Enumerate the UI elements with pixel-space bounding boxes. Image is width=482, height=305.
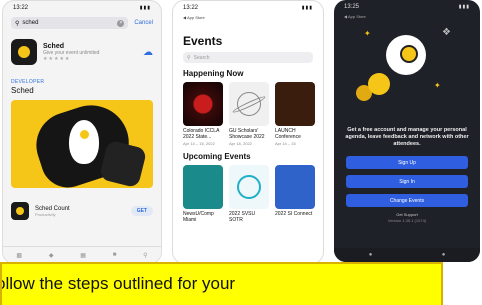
upcoming-cards: NewsU/Comp Miami 2022 SVSU SOTR Conferen… [183,165,315,223]
star-icon: ✦ [434,81,441,90]
event-thumbnail [229,82,269,126]
event-card[interactable]: Colorado ICCLA 2022 State... Apr 14 – 15… [183,82,223,146]
event-name: 2022 SVSU SOTR Conference [229,211,256,223]
upcoming-events-header: Upcoming Events [183,152,251,161]
status-time: 13:25 [344,4,360,10]
event-thumbnail [275,165,315,209]
get-button[interactable]: GET [130,206,153,216]
sign-in-button[interactable]: Sign In [346,175,468,188]
get-support-link[interactable]: Get Support [334,212,480,217]
event-name: GU Scholars' Showcase 2022 [229,128,265,140]
event-date: Apr 18, 2022 [229,141,252,146]
event-thumbnail [183,82,223,126]
home-tab-icon[interactable]: ● [369,252,373,258]
status-bar: 13:25 ▮▮▮ [334,0,480,14]
status-time: 13:22 [13,5,29,11]
app-name: Sched [43,42,65,50]
rocket-illustration: ✦ ✦ ❖ [334,19,480,127]
tab-bar: ● ● [334,248,480,262]
search-input[interactable]: ⚲ sched × [11,17,129,29]
planet-icon [237,92,261,116]
tab-bar: ▩ ◆ ▦ ■ ⚲ [3,246,161,263]
count-app-sub: Productivity [35,211,56,217]
signal-icon: ▮▮▮ [139,5,151,11]
satellite-icon: ❖ [442,27,451,38]
event-card[interactable]: LAUNCH Conference Apr 14 – 15 [275,82,315,146]
sched-count-row[interactable]: Sched Count Productivity GET [11,202,153,220]
planet-icon [237,175,261,199]
star-icon: ✦ [364,29,371,38]
happening-cards: Colorado ICCLA 2022 State... Apr 14 – 15… [183,82,315,146]
happening-now-header: Happening Now [183,69,244,78]
today-tab-icon[interactable]: ▩ [16,252,22,259]
profile-tab-icon[interactable]: ● [442,252,446,258]
event-thumbnail [275,82,315,126]
events-search-input[interactable]: ⚲ Search [183,52,313,63]
instruction-text: ollow the steps outlined for your [0,274,236,293]
status-bar: 13:22 ▮▮▮ [3,1,161,15]
games-tab-icon[interactable]: ◆ [49,252,54,259]
search-tab-icon[interactable]: ⚲ [143,252,147,259]
count-app-name: Sched Count [35,205,70,212]
event-name: Colorado ICCLA 2022 State... [183,128,220,140]
search-value: sched [22,20,39,26]
status-time: 13:22 [183,5,199,11]
page-title: Events [183,34,223,48]
event-thumbnail [183,165,223,209]
signal-icon: ▮▮▮ [301,5,313,11]
sign-up-button[interactable]: Sign Up [346,156,468,169]
back-to-app-store[interactable]: ◀ App Store [183,15,313,20]
event-card[interactable]: 2022 SVSU SOTR Conference [229,165,269,223]
event-name: LAUNCH Conference [275,128,301,140]
account-message: Get a free account and manage your perso… [345,127,469,147]
arcade-tab-icon[interactable]: ■ [113,252,117,258]
signal-icon: ▮▮▮ [458,4,470,10]
sign-in-screen: 13:25 ▮▮▮ ◀ App Store ✦ ✦ ❖ Get a free a… [334,0,480,262]
version-label: Version 1.35.1 (1074) [387,218,427,223]
app-result[interactable]: Sched Give your event unlimited ★★★★★ ☁ [11,39,153,65]
event-date: Apr 14 – 15 [275,141,296,146]
events-screen: 13:22 ▮▮▮ ◀ App Store Events ⚲ Search Ha… [172,0,324,264]
rating-stars: ★★★★★ [43,55,71,62]
instruction-banner: ollow the steps outlined for your [0,262,443,305]
developer-label: DEVELOPER [11,79,45,85]
app-screenshot[interactable] [11,100,153,188]
sched-app-icon [11,39,37,65]
sched-count-icon [11,202,29,220]
event-card[interactable]: GU Scholars' Showcase 2022 Apr 18, 2022 [229,82,269,146]
status-bar: 13:22 ▮▮▮ [173,1,323,15]
clear-icon[interactable]: × [117,19,125,27]
event-card[interactable]: 2022 SI Connect [275,165,315,223]
event-name: 2022 SI Connect [275,211,313,217]
cancel-button[interactable]: Cancel [134,20,153,26]
download-cloud-icon[interactable]: ☁ [143,47,153,58]
search-placeholder: Search [193,54,210,61]
search-icon: ⚲ [187,54,191,61]
event-date: Apr 14 – 15, 2022 [183,141,215,146]
change-events-button[interactable]: Change Events [346,194,468,207]
event-card[interactable]: NewsU/Comp Miami [183,165,223,223]
event-thumbnail [229,165,269,209]
search-icon: ⚲ [15,20,20,27]
search-row: ⚲ sched × Cancel [11,17,153,29]
rocket-icon [386,35,426,75]
developer-name[interactable]: Sched [11,86,153,95]
app-store-screen: 13:22 ▮▮▮ ⚲ sched × Cancel Sched Give yo… [2,0,162,264]
apps-tab-icon[interactable]: ▦ [80,252,86,259]
event-name: NewsU/Comp Miami [183,211,214,223]
